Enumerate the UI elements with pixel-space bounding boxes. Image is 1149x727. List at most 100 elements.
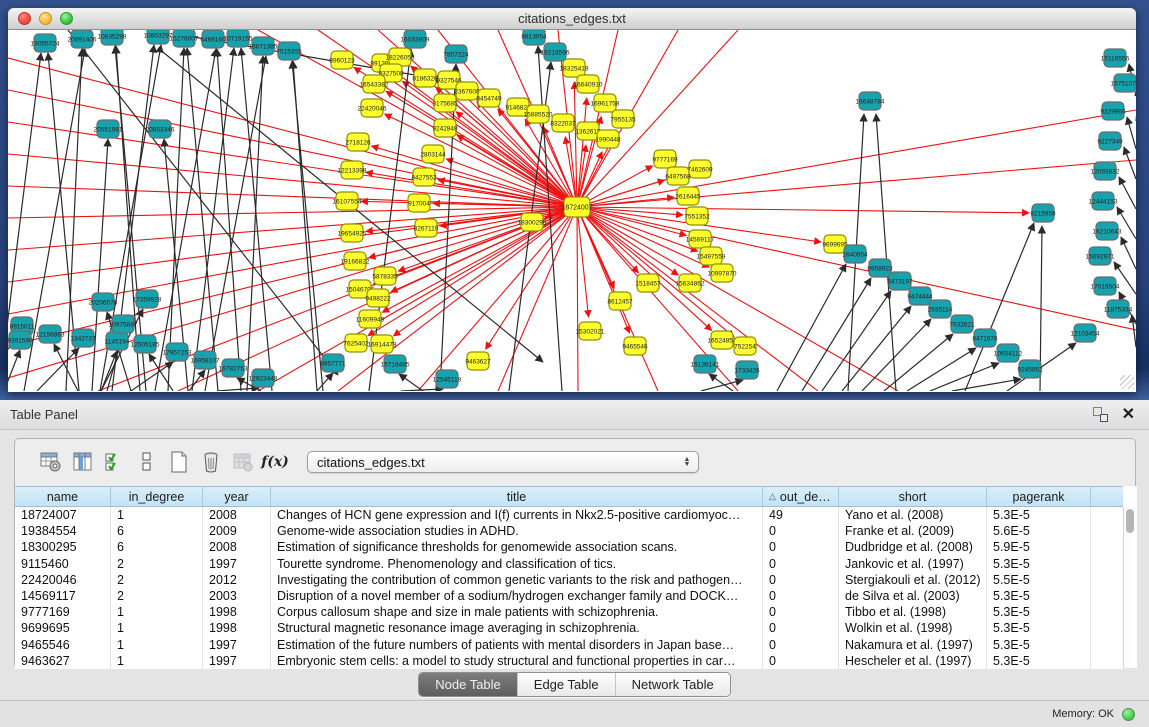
cell-out_degree[interactable]: 49 — [763, 507, 839, 523]
new-column-button[interactable] — [167, 450, 191, 474]
cell-pagerank[interactable]: 5.9E-5 — [987, 539, 1091, 555]
graph-node[interactable]: 11609949 — [356, 310, 385, 328]
graph-node[interactable]: 18724007 — [561, 197, 592, 217]
graph-node[interactable]: 7632621 — [949, 315, 975, 333]
cell-title[interactable]: Tourette syndrome. Phenomenology and cla… — [271, 556, 763, 572]
column-header-year[interactable]: year — [203, 487, 271, 506]
graph-node[interactable]: 2616445 — [675, 187, 701, 205]
graph-node[interactable]: 6466160 — [200, 30, 226, 48]
cell-out_degree[interactable]: 0 — [763, 539, 839, 555]
graph-node[interactable]: 16033809 — [401, 30, 430, 48]
cell-year[interactable]: 1997 — [203, 653, 271, 669]
cell-pagerank[interactable]: 5.3E-5 — [987, 653, 1091, 669]
graph-node[interactable]: 15302021 — [576, 322, 605, 340]
graph-node[interactable]: 6497568 — [665, 167, 691, 185]
graph-node[interactable]: 11875334 — [1104, 300, 1133, 318]
cell-in_degree[interactable]: 1 — [111, 653, 203, 669]
graph-node[interactable]: 14569117 — [686, 230, 715, 248]
cell-in_degree[interactable]: 6 — [111, 539, 203, 555]
graph-node[interactable]: 18226058 — [386, 48, 415, 66]
graph-node[interactable]: 20853346 — [146, 120, 175, 138]
graph-node[interactable]: 8471676 — [972, 329, 998, 347]
graph-node[interactable]: 12156863 — [36, 325, 65, 343]
graph-node[interactable]: 9465546 — [622, 337, 648, 355]
graph-node[interactable]: 8186328 — [412, 69, 438, 87]
cell-title[interactable]: Estimation of the future numbers of pati… — [271, 637, 763, 653]
graph-node[interactable]: 7515355 — [276, 42, 302, 60]
table-row[interactable]: 1830029562008Estimation of significance … — [15, 539, 1123, 555]
graph-node[interactable]: 16782753 — [219, 359, 248, 377]
cell-short[interactable]: de Silva et al. (2003) — [839, 588, 987, 604]
cell-pagerank[interactable]: 5.3E-5 — [987, 507, 1091, 523]
cell-pagerank[interactable]: 5.3E-5 — [987, 588, 1091, 604]
graph-node[interactable]: 1342737 — [70, 329, 96, 347]
cell-short[interactable]: Franke et al. (2009) — [839, 523, 987, 539]
graph-node[interactable]: 16648784 — [856, 92, 885, 110]
graph-node[interactable]: 16671385 — [249, 37, 278, 55]
graph-node[interactable]: 17359928 — [133, 290, 162, 308]
graph-node[interactable]: 17957253 — [163, 343, 192, 361]
function-builder-button[interactable]: f(x) — [263, 450, 287, 474]
float-window-icon[interactable] — [1093, 407, 1108, 422]
cell-name[interactable]: 18724007 — [15, 507, 111, 523]
table-row[interactable]: 1456911722003Disruption of a novel membe… — [15, 588, 1123, 604]
cell-year[interactable]: 1998 — [203, 620, 271, 636]
cell-year[interactable]: 2008 — [203, 539, 271, 555]
graph-node[interactable]: 16958107 — [191, 351, 220, 369]
graph-node[interactable]: 9498222 — [365, 289, 391, 307]
cell-title[interactable]: Changes of HCN gene expression and I(f) … — [271, 507, 763, 523]
column-header-in_degree[interactable]: in_degree — [111, 487, 203, 506]
network-canvas[interactable]: 8960123891295518226058932750881863289327… — [8, 30, 1136, 391]
cell-in_degree[interactable]: 1 — [111, 620, 203, 636]
cell-in_degree[interactable]: 2 — [111, 572, 203, 588]
cell-out_degree[interactable]: 0 — [763, 588, 839, 604]
cell-name[interactable]: 18300295 — [15, 539, 111, 555]
graph-node[interactable]: 20206576 — [89, 293, 118, 311]
cell-short[interactable]: Tibbo et al. (1998) — [839, 604, 987, 620]
memory-status-icon[interactable] — [1122, 708, 1135, 721]
cell-out_degree[interactable]: 0 — [763, 556, 839, 572]
graph-node[interactable]: 16107554 — [333, 192, 362, 210]
import-table-button[interactable] — [231, 450, 255, 474]
cell-short[interactable]: Wolkin et al. (1998) — [839, 620, 987, 636]
column-header-name[interactable]: name — [15, 487, 111, 506]
cell-out_degree[interactable]: 0 — [763, 523, 839, 539]
graph-node[interactable]: 15119556 — [1101, 49, 1130, 67]
cell-out_degree[interactable]: 0 — [763, 572, 839, 588]
cell-name[interactable]: 9465546 — [15, 637, 111, 653]
cell-short[interactable]: Stergiakouli et al. (2012) — [839, 572, 987, 588]
column-header-short[interactable]: short — [839, 487, 987, 506]
graph-node[interactable]: 8612457 — [607, 292, 633, 310]
graph-node[interactable]: 1640954 — [842, 245, 868, 263]
graph-node[interactable]: 7625402 — [343, 334, 369, 352]
graph-node[interactable]: 12444153 — [1089, 192, 1118, 210]
table-row[interactable]: 946554611997Estimation of the future num… — [15, 637, 1123, 653]
cell-name[interactable]: 19384554 — [15, 523, 111, 539]
graph-node[interactable]: 19218596 — [541, 43, 570, 61]
cell-short[interactable]: Yano et al. (2008) — [839, 507, 987, 523]
graph-node[interactable]: 20551981 — [94, 120, 123, 138]
table-row[interactable]: 946362711997Embryonic stem cells: a mode… — [15, 653, 1123, 669]
graph-node[interactable]: 12545118 — [433, 370, 462, 388]
graph-node[interactable]: 7462609 — [687, 160, 713, 178]
cell-title[interactable]: Structural magnetic resonance image aver… — [271, 620, 763, 636]
column-visibility-button[interactable] — [71, 450, 95, 474]
cell-in_degree[interactable]: 1 — [111, 507, 203, 523]
graph-node[interactable]: 9463627 — [465, 352, 491, 370]
graph-node[interactable]: 9329966 — [1100, 102, 1126, 120]
column-header-title[interactable]: title — [271, 487, 763, 506]
resize-grip[interactable] — [1120, 375, 1134, 389]
cell-pagerank[interactable]: 5.3E-5 — [987, 637, 1091, 653]
cell-in_degree[interactable]: 2 — [111, 588, 203, 604]
graph-node[interactable]: 1145194 — [105, 332, 130, 350]
graph-node[interactable]: 19166822 — [341, 252, 370, 270]
graph-node[interactable]: 8267110 — [414, 219, 439, 237]
graph-node[interactable]: 7857224 — [443, 45, 469, 63]
cell-title[interactable]: Disruption of a novel member of a sodium… — [271, 588, 763, 604]
table-scrollbar[interactable] — [1123, 507, 1136, 668]
graph-node[interactable]: 9245052 — [1017, 360, 1043, 378]
cell-year[interactable]: 1997 — [203, 556, 271, 572]
cell-pagerank[interactable]: 5.3E-5 — [987, 604, 1091, 620]
graph-node[interactable]: 19055724 — [31, 34, 60, 52]
graph-node[interactable]: 15276007 — [170, 30, 199, 47]
